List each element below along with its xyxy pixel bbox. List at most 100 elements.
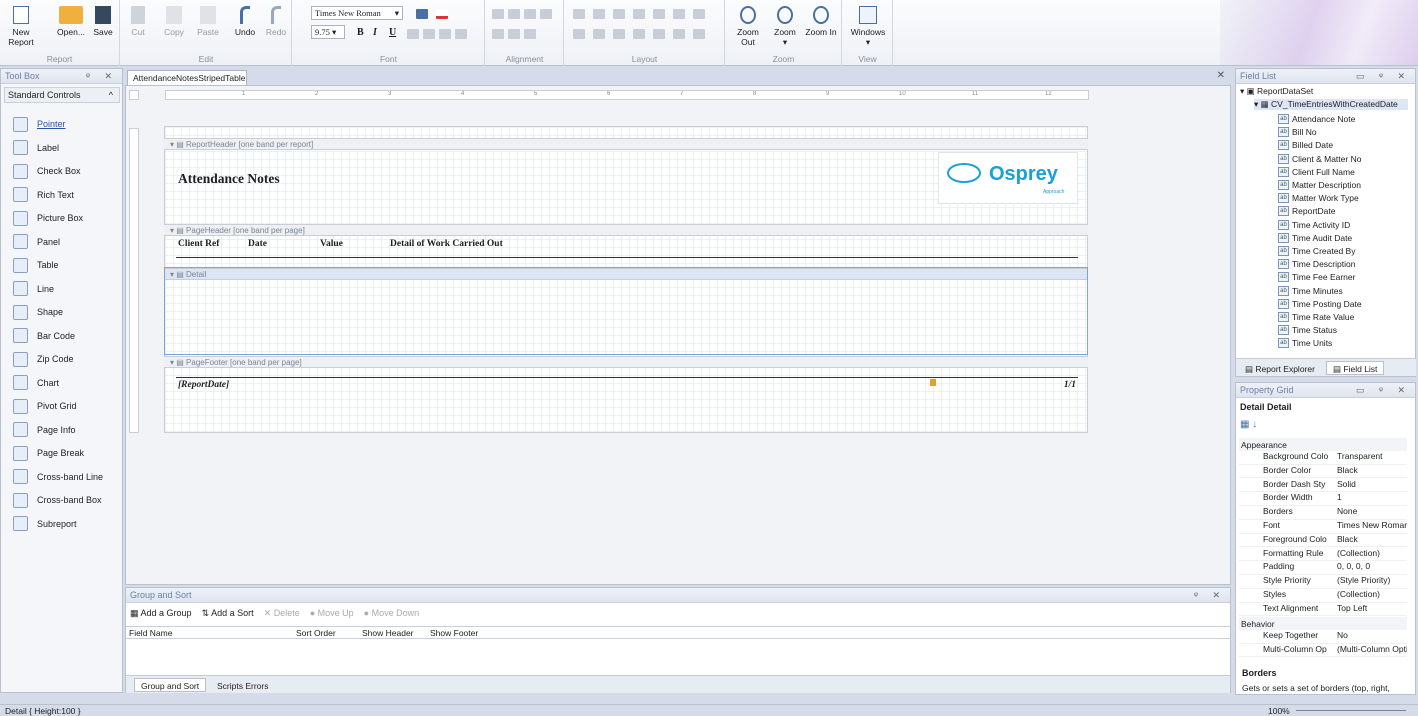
layout-icon-4[interactable] bbox=[633, 9, 645, 19]
layout-icon-3[interactable] bbox=[613, 9, 625, 19]
toolbox-item-shape[interactable]: Shape bbox=[13, 303, 63, 321]
field-item[interactable]: ab Time Audit Date bbox=[1278, 232, 1352, 244]
property-row[interactable]: Padding 0, 0, 0, 0 bbox=[1239, 561, 1407, 576]
property-row[interactable]: Styles (Collection) bbox=[1239, 589, 1407, 603]
toolbox-item-table[interactable]: Table bbox=[13, 256, 59, 274]
tab-report-explorer[interactable]: ▤ Report Explorer bbox=[1238, 361, 1322, 375]
property-row[interactable]: Border Width 1 bbox=[1239, 492, 1407, 507]
undo-button[interactable]: Undo bbox=[231, 6, 259, 37]
toolbox-category[interactable]: Standard Controls ^ bbox=[4, 87, 120, 103]
valign-top-icon[interactable] bbox=[492, 29, 504, 39]
toolbox-item-cross-band-box[interactable]: Cross-band Box bbox=[13, 491, 102, 509]
add-group-button[interactable]: ▦ Add a Group bbox=[130, 608, 192, 619]
property-row[interactable]: Border Color Black bbox=[1239, 465, 1407, 479]
property-row[interactable]: Background Colo Transparent bbox=[1239, 451, 1407, 465]
field-item[interactable]: ab Client Full Name bbox=[1278, 166, 1355, 178]
layout-icon-6[interactable] bbox=[673, 9, 685, 19]
field-item[interactable]: ab Time Fee Earner bbox=[1278, 271, 1355, 283]
band-report-header[interactable]: ▾ ▤ ReportHeader [one band per report] bbox=[164, 138, 1088, 150]
band-page-footer[interactable]: ▾ ▤ PageFooter [one band per page] bbox=[164, 356, 1088, 368]
move-down-button[interactable]: ● Move Down bbox=[364, 608, 419, 619]
valign-middle-icon[interactable] bbox=[508, 29, 520, 39]
layout-icon-2[interactable] bbox=[593, 9, 605, 19]
redo-button[interactable]: Redo bbox=[263, 6, 289, 37]
toolbox-item-line[interactable]: Line bbox=[13, 280, 54, 298]
field-item[interactable]: ab Time Created By bbox=[1278, 245, 1355, 257]
open-button[interactable]: Open... bbox=[54, 6, 88, 37]
save-button[interactable]: Save bbox=[88, 6, 118, 37]
window-controls[interactable]: ▭ ᵠ ✕ bbox=[1356, 71, 1411, 82]
zoom-out-button[interactable]: Zoom Out bbox=[730, 6, 766, 47]
selected-object[interactable]: Detail Detail bbox=[1240, 402, 1292, 412]
detail-selection[interactable] bbox=[164, 267, 1088, 355]
delete-button[interactable]: ✕ Delete bbox=[264, 608, 300, 619]
field-item[interactable]: ab ReportDate bbox=[1278, 205, 1335, 217]
layout-icon-5[interactable] bbox=[653, 9, 665, 19]
align-right-icon[interactable] bbox=[439, 29, 451, 39]
field-item[interactable]: ab Time Posting Date bbox=[1278, 298, 1362, 310]
property-row[interactable]: Style Priority (Style Priority) bbox=[1239, 575, 1407, 589]
tab-field-list[interactable]: ▤ Field List bbox=[1326, 361, 1385, 375]
move-up-button[interactable]: ● Move Up bbox=[310, 608, 354, 619]
band-page-header[interactable]: ▾ ▤ PageHeader [one band per page] bbox=[164, 224, 1088, 236]
toolbox-item-pivot-grid[interactable]: Pivot Grid bbox=[13, 397, 77, 415]
property-row[interactable]: Borders None bbox=[1239, 506, 1407, 520]
toolbox-item-check-box[interactable]: Check Box bbox=[13, 162, 81, 180]
sort-toolbar-icons[interactable]: ▦ ↓ bbox=[1240, 419, 1257, 430]
copy-button[interactable]: Copy bbox=[161, 6, 187, 37]
category-behavior[interactable]: Behavior bbox=[1239, 617, 1407, 630]
property-row[interactable]: Foreground Colo Black bbox=[1239, 534, 1407, 548]
field-item[interactable]: ab Time Minutes bbox=[1278, 285, 1343, 297]
toolbox-item-page-break[interactable]: Page Break bbox=[13, 444, 84, 462]
italic-button[interactable]: I bbox=[373, 27, 377, 38]
field-item[interactable]: ab Attendance Note bbox=[1278, 113, 1355, 125]
pin-close-icons[interactable]: ᵠ ✕ bbox=[1194, 590, 1226, 601]
layout-icon-8[interactable] bbox=[573, 29, 585, 39]
tab-group-and-sort[interactable]: Group and Sort bbox=[134, 678, 207, 692]
font-family-select[interactable]: Times New Roman ▾ bbox=[311, 6, 403, 20]
field-item[interactable]: ab Billed Date bbox=[1278, 139, 1333, 151]
align-center-icon[interactable] bbox=[423, 29, 435, 39]
underline-button[interactable]: U bbox=[389, 27, 396, 38]
field-item[interactable]: ab Time Description bbox=[1278, 258, 1355, 270]
property-row[interactable]: Keep Together No bbox=[1239, 630, 1407, 644]
toolbox-item-panel[interactable]: Panel bbox=[13, 233, 60, 251]
property-row[interactable]: Border Dash Sty Solid bbox=[1239, 479, 1407, 493]
cut-button[interactable]: Cut bbox=[125, 6, 151, 37]
field-item[interactable]: ab Time Status bbox=[1278, 324, 1337, 336]
field-item[interactable]: ab Time Rate Value bbox=[1278, 311, 1354, 323]
property-row[interactable]: Multi-Column Op(Multi-Column Opti... bbox=[1239, 644, 1407, 658]
toolbox-item-rich-text[interactable]: Rich Text bbox=[13, 186, 74, 204]
align-justify-icon[interactable] bbox=[455, 29, 467, 39]
field-item[interactable]: ab Matter Work Type bbox=[1278, 192, 1359, 204]
toolbox-item-zip-code[interactable]: Zip Code bbox=[13, 350, 74, 368]
field-item[interactable]: ab Time Units bbox=[1278, 337, 1332, 349]
bold-button[interactable]: B bbox=[357, 27, 364, 38]
toolbox-item-picture-box[interactable]: Picture Box bbox=[13, 209, 83, 227]
font-color-icon[interactable] bbox=[436, 9, 448, 19]
layout-icon-9[interactable] bbox=[593, 29, 605, 39]
tab-attendance-notes[interactable]: AttendanceNotesStripedTable bbox=[127, 70, 247, 85]
field-item[interactable]: ab Client & Matter No bbox=[1278, 153, 1361, 165]
new-report-button[interactable]: New Report bbox=[4, 6, 38, 47]
add-sort-button[interactable]: ⇅ Add a Sort bbox=[202, 608, 254, 619]
pin-close-icons[interactable]: ᵠ ✕ bbox=[86, 71, 118, 82]
toolbox-item-label[interactable]: Label bbox=[13, 139, 59, 157]
toolbox-item-subreport[interactable]: Subreport bbox=[13, 515, 77, 533]
windows-button[interactable]: Windows ▾ bbox=[847, 6, 889, 48]
category-appearance[interactable]: Appearance bbox=[1239, 438, 1407, 451]
property-row[interactable]: Text Alignment Top Left bbox=[1239, 603, 1407, 617]
toolbox-item-bar-code[interactable]: Bar Code bbox=[13, 327, 75, 345]
zoom-slider[interactable] bbox=[1296, 710, 1406, 711]
font-size-select[interactable]: 9.75 ▾ bbox=[311, 25, 345, 39]
align-grid-icon[interactable] bbox=[540, 9, 552, 19]
tab-scripts-errors[interactable]: Scripts Errors bbox=[210, 678, 275, 692]
layout-icon-14[interactable] bbox=[693, 29, 705, 39]
layout-icon-7[interactable] bbox=[693, 9, 705, 19]
zoom-button[interactable]: Zoom ▾ bbox=[770, 6, 800, 48]
field-root[interactable]: ▾ ▣ ReportDataSet bbox=[1240, 86, 1313, 97]
align-left-icon[interactable] bbox=[407, 29, 419, 39]
layout-icon-1[interactable] bbox=[573, 9, 585, 19]
field-item[interactable]: ab Time Activity ID bbox=[1278, 219, 1350, 231]
layout-icon-11[interactable] bbox=[633, 29, 645, 39]
